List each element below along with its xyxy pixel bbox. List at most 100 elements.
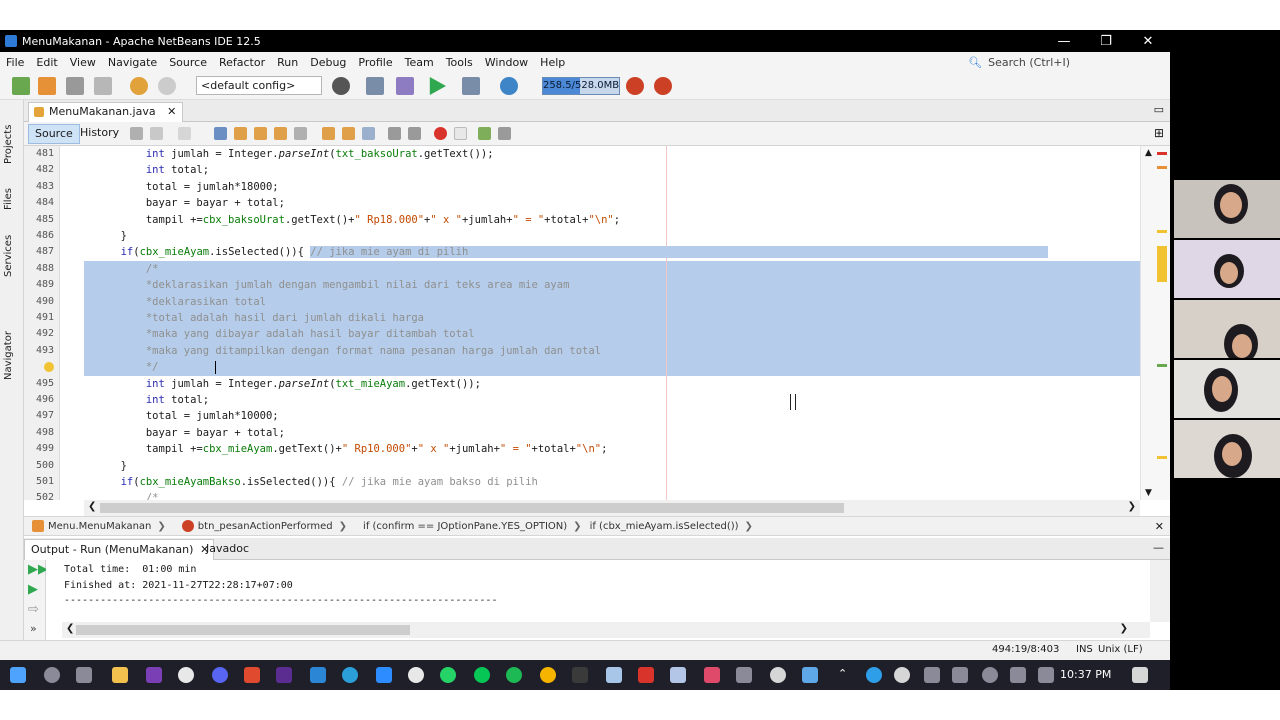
minimize-button[interactable]: — [1042, 30, 1086, 52]
spotify-icon[interactable] [506, 667, 522, 683]
caret-mark[interactable] [1157, 364, 1167, 367]
output-console[interactable]: Total time: 01:00 min Finished at: 2021-1… [46, 560, 1150, 622]
run-icon[interactable] [429, 77, 446, 95]
breadcrumb-method[interactable]: btn_pesanActionPerformed ❯ [174, 520, 355, 532]
more-icon[interactable]: » [30, 622, 37, 635]
code-line[interactable]: tampil +=cbx_mieAyam.getText()+" Rp10.00… [70, 441, 1140, 457]
comment-icon[interactable] [478, 127, 491, 140]
chrome-icon[interactable] [540, 667, 556, 683]
error-mark[interactable] [1157, 152, 1167, 155]
code-line[interactable]: *total adalah hasil dari jumlah dikali h… [70, 310, 1140, 326]
menu-window[interactable]: Window [479, 56, 534, 69]
menu-help[interactable]: Help [534, 56, 571, 69]
editor-tab-menumakanan[interactable]: MenuMakanan.java ✕ [28, 102, 184, 122]
scroll-right-icon[interactable]: ❯ [1120, 623, 1128, 634]
volume-icon[interactable] [1010, 667, 1026, 683]
new-project-icon[interactable] [38, 77, 56, 95]
menu-debug[interactable]: Debug [304, 56, 352, 69]
close-button[interactable]: ✕ [1126, 30, 1170, 52]
find-next-icon[interactable] [254, 127, 267, 140]
app-icon[interactable] [178, 667, 194, 683]
onenote-icon[interactable] [146, 667, 162, 683]
start-icon[interactable] [10, 667, 26, 683]
search-input[interactable]: Search (Ctrl+I) [988, 56, 1070, 69]
discord-icon[interactable] [212, 667, 228, 683]
shift-left-icon[interactable] [388, 127, 401, 140]
gc-icon[interactable] [626, 77, 644, 95]
output-minimize-icon[interactable]: — [1153, 541, 1164, 554]
close-tab-icon[interactable]: ✕ [167, 105, 176, 118]
back-icon[interactable] [150, 127, 163, 140]
breadcrumb-if-mieayam[interactable]: if (cbx_mieAyam.isSelected()) ❯ [590, 521, 761, 532]
scroll-left-icon[interactable]: ❮ [66, 623, 74, 634]
warning-mark[interactable] [1157, 166, 1167, 169]
battery-icon[interactable] [952, 667, 968, 683]
settings-icon[interactable] [770, 667, 786, 683]
menu-refactor[interactable]: Refactor [213, 56, 271, 69]
menu-source[interactable]: Source [163, 56, 213, 69]
menu-view[interactable]: View [64, 56, 102, 69]
output-vertical-scrollbar[interactable] [1150, 560, 1170, 622]
code-line[interactable]: int total; [70, 392, 1140, 408]
code-line[interactable]: int total; [70, 162, 1140, 178]
app-icon[interactable] [704, 667, 720, 683]
config-dropdown[interactable]: <default config> [196, 76, 322, 95]
app-icon[interactable] [244, 667, 260, 683]
app-icon[interactable] [670, 667, 686, 683]
code-line[interactable]: /* [70, 490, 1140, 500]
zoom-icon[interactable] [376, 667, 392, 683]
editor-horizontal-scrollbar[interactable]: ❮ ❯ [84, 500, 1140, 516]
file-explorer-icon[interactable] [112, 667, 128, 683]
task-view-icon[interactable] [76, 667, 92, 683]
output-horizontal-scrollbar[interactable]: ❮ ❯ [62, 622, 1150, 638]
clean-build-icon[interactable] [396, 77, 414, 95]
scroll-right-icon[interactable]: ❯ [1128, 501, 1136, 512]
occurrence-mark[interactable] [1157, 246, 1167, 282]
code-line[interactable]: bayar = bayar + total; [70, 195, 1140, 211]
editor-minimize-icon[interactable]: ▭ [1154, 103, 1164, 116]
record-macro-icon[interactable] [434, 127, 447, 140]
scroll-up-icon[interactable]: ▲ [1145, 148, 1152, 158]
redo-icon[interactable] [158, 77, 176, 95]
restore-button[interactable]: ❐ [1084, 30, 1128, 52]
split-editor-icon[interactable]: ⊞ [1154, 126, 1164, 140]
last-edit-icon[interactable] [130, 127, 143, 140]
line-icon[interactable] [474, 667, 490, 683]
menu-file[interactable]: File [0, 56, 30, 69]
prev-bookmark-icon[interactable] [322, 127, 335, 140]
menu-edit[interactable]: Edit [30, 56, 63, 69]
build-hammer-icon[interactable] [366, 77, 384, 95]
occurrence-mark[interactable] [1157, 230, 1167, 233]
code-line[interactable]: *deklarasikan total [70, 294, 1140, 310]
code-line[interactable]: } [70, 228, 1140, 244]
code-line[interactable]: total = jumlah*10000; [70, 408, 1140, 424]
profile-icon[interactable] [500, 77, 518, 95]
forward-icon[interactable] [178, 127, 191, 140]
telegram-icon[interactable] [342, 667, 358, 683]
acrobat-icon[interactable] [638, 667, 654, 683]
cloud-icon[interactable] [894, 667, 910, 683]
menu-team[interactable]: Team [399, 56, 440, 69]
keyboard-icon[interactable] [1038, 667, 1054, 683]
whatsapp-icon[interactable] [440, 667, 456, 683]
tab-output-run[interactable]: Output - Run (MenuMakanan) ✕ [24, 539, 215, 560]
code-line[interactable]: *maka yang ditampilkan dengan format nam… [70, 343, 1140, 359]
scroll-down-icon[interactable]: ▼ [1145, 488, 1152, 498]
close-breadcrumb-icon[interactable]: ✕ [1155, 520, 1164, 533]
search-icon[interactable] [44, 667, 60, 683]
code-line[interactable]: *maka yang dibayar adalah hasil bayar di… [70, 326, 1140, 342]
code-line[interactable]: *deklarasikan jumlah dengan mengambil ni… [70, 277, 1140, 293]
taskbar-clock[interactable]: 10:37 PM [1060, 660, 1111, 690]
wifi-icon[interactable] [982, 667, 998, 683]
memory-usage-bar[interactable]: 258.5/528.0MB [542, 77, 620, 95]
browser-icon[interactable] [332, 77, 350, 95]
shift-right-icon[interactable] [408, 127, 421, 140]
code-line[interactable]: */ [70, 359, 1140, 375]
breadcrumb-if-confirm[interactable]: if (confirm == JOptionPane.YES_OPTION) ❯ [355, 521, 590, 532]
tab-javadoc[interactable]: Javadoc [200, 539, 255, 560]
breadcrumb-class[interactable]: Menu.MenuMakanan ❯ [24, 520, 174, 532]
code-line[interactable]: } [70, 458, 1140, 474]
code-line[interactable]: bayar = bayar + total; [70, 425, 1140, 441]
notification-icon[interactable] [1132, 667, 1148, 683]
onedrive-icon[interactable] [866, 667, 882, 683]
